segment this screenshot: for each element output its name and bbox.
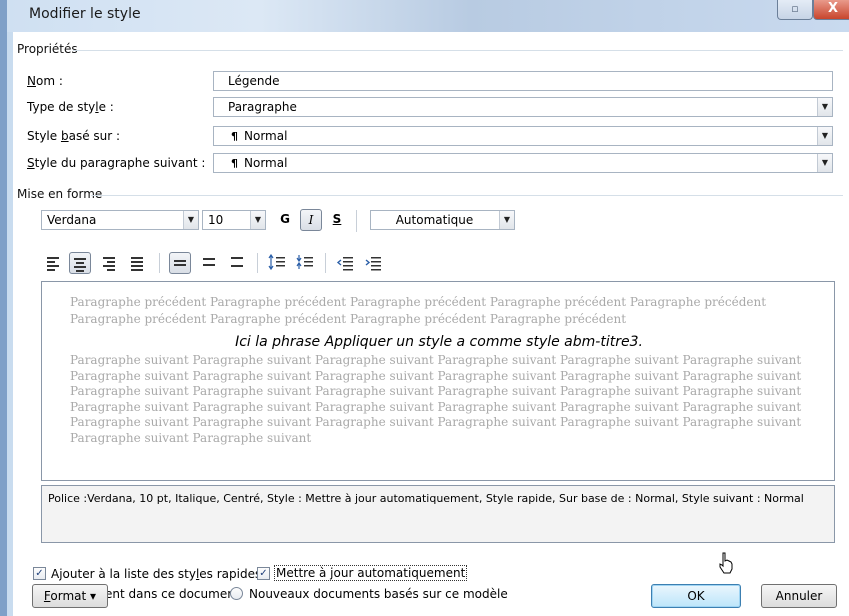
- next-style-value: Normal: [244, 156, 288, 170]
- chevron-down-icon[interactable]: ▼: [817, 154, 832, 172]
- toolbar-separator: [159, 253, 160, 273]
- increase-indent-icon: [365, 257, 381, 271]
- align-left-icon: [47, 257, 59, 273]
- format-button-label: ormat: [50, 589, 87, 603]
- font-color-select[interactable]: Automatique ▼: [370, 210, 515, 230]
- align-left-button[interactable]: [43, 252, 65, 274]
- increase-indent-button[interactable]: [363, 252, 385, 274]
- next-style-label-access-key: S: [27, 156, 35, 170]
- chevron-down-icon[interactable]: ▼: [817, 98, 832, 116]
- style-preview: Paragraphe précédent Paragraphe précéden…: [41, 281, 835, 481]
- align-right-icon: [103, 257, 115, 273]
- modify-style-dialog: Propriétés Nom : Légende Type de style :…: [13, 32, 849, 616]
- based-on-label-b: asé sur :: [68, 129, 121, 143]
- next-style-label-text: tyle du paragraphe suivant :: [34, 156, 206, 170]
- font-select[interactable]: Verdana ▼: [41, 210, 199, 230]
- one-half-spacing-icon: [203, 258, 215, 268]
- format-button[interactable]: Format ▾: [32, 584, 108, 608]
- toolbar-separator: [356, 210, 357, 232]
- style-name-input[interactable]: Légende: [213, 71, 833, 91]
- chevron-down-icon[interactable]: ▼: [250, 211, 265, 229]
- chevron-down-icon[interactable]: ▼: [183, 211, 198, 229]
- name-label-text: om :: [35, 74, 63, 88]
- spacing-before-icon: [268, 253, 285, 271]
- based-on-label: Style basé sur :: [27, 129, 120, 143]
- justify-button[interactable]: [127, 252, 149, 274]
- style-type-label: Type de style :: [27, 100, 114, 114]
- preview-styled-text: Ici la phrase Appliquer un style a comme…: [235, 334, 643, 350]
- window-left-border: [0, 0, 7, 616]
- decrease-indent-icon: [336, 257, 353, 271]
- new-documents-radio[interactable]: [230, 587, 243, 600]
- chevron-down-icon[interactable]: ▼: [499, 211, 514, 229]
- underline-button[interactable]: S: [326, 209, 348, 231]
- based-on-value: Normal: [244, 129, 288, 143]
- style-type-label-b: e :: [98, 100, 114, 114]
- based-on-label-access-key: b: [60, 129, 69, 143]
- close-icon: X: [827, 1, 839, 16]
- double-spacing-icon: [231, 257, 243, 269]
- quick-styles-label-b: es rapides: [199, 567, 262, 581]
- close-button[interactable]: X: [813, 0, 849, 20]
- cancel-button[interactable]: Annuler: [761, 584, 837, 608]
- one-half-spacing-button[interactable]: [199, 252, 221, 274]
- decrease-spacing-before-button[interactable]: [295, 252, 317, 274]
- group-properties-label: Propriétés: [17, 42, 78, 56]
- font-color-value: Automatique: [395, 213, 474, 227]
- quick-styles-label-a: Ajouter à la liste des sty: [51, 567, 196, 581]
- toolbar-separator: [325, 253, 326, 273]
- preview-following-paragraph: Paragraphe suivant Paragraphe suivant Pa…: [70, 353, 802, 445]
- next-style-label: Style du paragraphe suivant :: [27, 156, 205, 170]
- preview-previous-paragraph: Paragraphe précédent Paragraphe précéden…: [70, 295, 767, 326]
- based-on-label-a: Style: [27, 129, 61, 143]
- align-right-button[interactable]: [99, 252, 121, 274]
- based-on-select[interactable]: ¶ Normal ▼: [213, 126, 833, 146]
- single-spacing-icon: [174, 260, 186, 268]
- group-formatting-divider: [91, 195, 843, 196]
- double-spacing-button[interactable]: [227, 252, 249, 274]
- hand-cursor-icon: [719, 552, 733, 574]
- justify-icon: [131, 257, 143, 273]
- align-center-button[interactable]: [69, 252, 91, 274]
- align-center-icon: [74, 258, 86, 274]
- font-size-select[interactable]: 10 ▼: [202, 210, 266, 230]
- font-size-value: 10: [208, 213, 224, 227]
- name-label: Nom :: [27, 74, 63, 88]
- style-type-label-a: Type de sty: [27, 100, 96, 114]
- chevron-down-icon: ▾: [90, 589, 97, 603]
- ok-button[interactable]: OK: [651, 584, 741, 608]
- restore-icon: ▫: [791, 2, 799, 15]
- quick-styles-label: Ajouter à la liste des styles rapides: [51, 567, 261, 581]
- increase-spacing-before-button[interactable]: [267, 252, 289, 274]
- single-spacing-button[interactable]: [169, 252, 191, 274]
- auto-update-label: Mettre à jour automatiquement: [274, 565, 468, 581]
- toolbar-separator: [257, 253, 258, 273]
- new-documents-label: Nouveaux documents basés sur ce modèle: [249, 587, 508, 601]
- quick-styles-checkbox[interactable]: ✓: [33, 567, 46, 580]
- name-label-access-key: N: [27, 74, 36, 88]
- spacing-after-icon: [296, 255, 313, 269]
- chevron-down-icon[interactable]: ▼: [817, 127, 832, 145]
- style-type-value: Paragraphe: [228, 100, 297, 114]
- auto-update-checkbox[interactable]: ✓: [257, 567, 270, 580]
- style-description: Police :Verdana, 10 pt, Italique, Centré…: [41, 485, 835, 543]
- group-properties-divider: [73, 50, 843, 51]
- decrease-indent-button[interactable]: [335, 252, 357, 274]
- bold-button[interactable]: G: [274, 209, 296, 231]
- style-type-select[interactable]: Paragraphe ▼: [213, 97, 833, 117]
- italic-button[interactable]: I: [300, 209, 322, 231]
- paragraph-icon: ¶: [231, 157, 238, 170]
- next-style-select[interactable]: ¶ Normal ▼: [213, 153, 833, 173]
- font-value: Verdana: [47, 213, 97, 227]
- group-formatting-label: Mise en forme: [17, 187, 103, 201]
- paragraph-icon: ¶: [231, 130, 238, 143]
- window-title: Modifier le style: [29, 6, 141, 22]
- title-bar[interactable]: Modifier le style ▫ X: [7, 0, 849, 32]
- restore-button[interactable]: ▫: [777, 0, 813, 20]
